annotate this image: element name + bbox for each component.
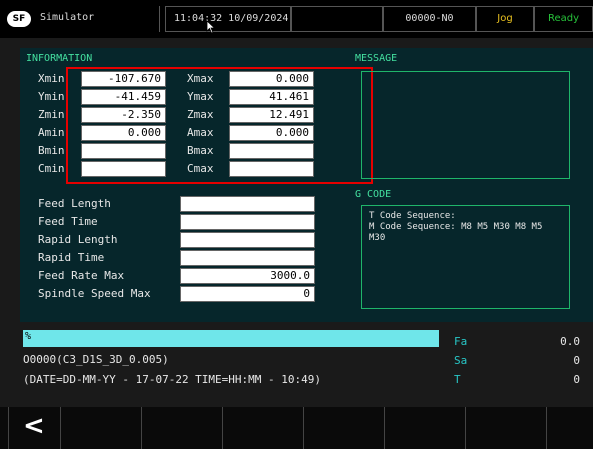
status-indicator: Ready [534,6,593,32]
rapid-length-label: Rapid Length [38,233,118,246]
feed-time-label: Feed Time [38,215,98,228]
softkey-bar: < [0,407,593,449]
chevron-left-icon: < [23,411,45,441]
app-title: Simulator [36,6,160,32]
progress-bar: % [23,330,439,347]
progress-label: % [25,331,32,342]
rapid-time-label: Rapid Time [38,251,105,264]
highlight-box [66,67,373,184]
cmin-label: Cmin [38,162,65,175]
fa-value: 0.0 [560,335,580,348]
program-name-line: O0000(C3_D1S_3D_0.005) [23,353,169,366]
program-number: 00000-N0 [383,6,476,32]
amin-label: Amin [38,126,65,139]
m-code-sequence: M Code Sequence: M8 M5 M30 M8 M5 [369,222,543,232]
softkey-6[interactable] [465,407,546,449]
message-title: MESSAGE [355,53,398,64]
softkey-2[interactable] [141,407,222,449]
top-bar: SF Simulator 11:04:32 10/09/2024 00000-N… [0,0,593,38]
t-value: 0 [573,373,580,386]
feed-time-field[interactable] [180,214,315,230]
xmin-label: Xmin [38,72,65,85]
app-logo: SF [7,11,31,27]
rapid-time-field[interactable] [180,250,315,266]
mouse-cursor-icon [206,20,216,34]
feed-rate-max-field[interactable]: 3000.0 [180,268,315,284]
softkey-3[interactable] [222,407,303,449]
softkey-7[interactable] [546,407,593,449]
message-text [362,72,569,80]
softkey-1[interactable] [60,407,141,449]
spindle-speed-max-label: Spindle Speed Max [38,287,151,300]
zmin-label: Zmin [38,108,65,121]
feed-length-label: Feed Length [38,197,111,210]
t-label: T [454,373,461,386]
feed-length-field[interactable] [180,196,315,212]
t-code-sequence: T Code Sequence: [369,211,456,221]
information-title: INFORMATION [26,53,93,64]
datetime-display: 11:04:32 10/09/2024 [165,6,291,32]
softkey-back[interactable]: < [8,407,60,449]
ymin-label: Ymin [38,90,65,103]
m-code-sequence-cont: M30 [369,233,386,243]
bmin-label: Bmin [38,144,65,157]
gcode-title: G CODE [355,189,392,200]
rapid-length-field[interactable] [180,232,315,248]
softkey-5[interactable] [384,407,465,449]
softkey-4[interactable] [303,407,384,449]
sa-value: 0 [573,354,580,367]
mode-indicator: Jog [476,6,534,32]
gcode-box: T Code Sequence: M Code Sequence: M8 M5 … [361,205,570,309]
topbar-empty-cell [291,6,383,32]
sa-label: Sa [454,354,468,367]
fa-label: Fa [454,335,468,348]
feed-rate-max-label: Feed Rate Max [38,269,125,282]
message-box [361,71,570,179]
spindle-speed-max-field[interactable]: 0 [180,286,315,302]
program-date-line: (DATE=DD-MM-YY - 17-07-22 TIME=HH:MM - 1… [23,373,322,386]
